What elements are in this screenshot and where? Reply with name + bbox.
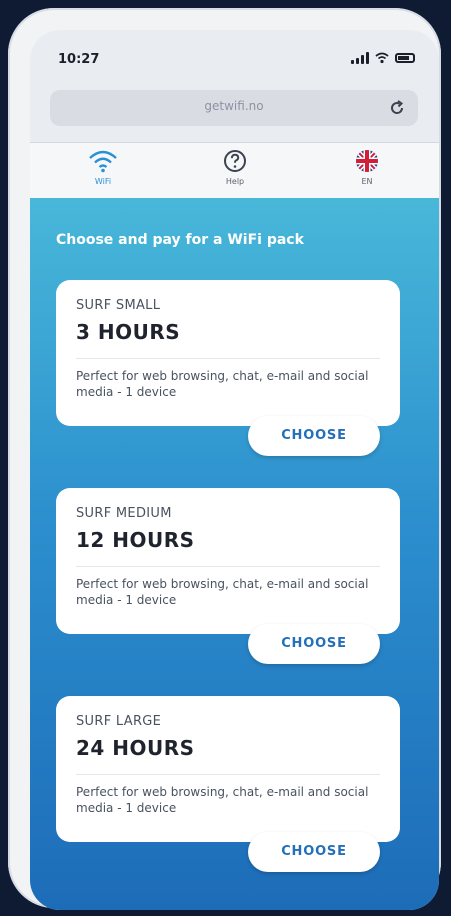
wifi-status-icon — [375, 52, 389, 64]
phone-screen: 10:27 getwifi.no WiFi Help EN Choose and… — [30, 30, 439, 910]
cellular-signal-icon — [351, 52, 369, 64]
choose-button-large[interactable]: CHOOSE — [248, 832, 380, 872]
divider — [76, 358, 380, 359]
top-nav: WiFi Help EN — [30, 142, 439, 199]
nav-label-language: EN — [361, 177, 373, 186]
nav-label-wifi: WiFi — [94, 177, 112, 186]
pack-name: SURF SMALL — [76, 298, 161, 313]
choose-button-medium[interactable]: CHOOSE — [248, 624, 380, 664]
nav-item-language[interactable]: EN — [327, 149, 407, 186]
wifi-icon — [89, 150, 117, 173]
pack-description: Perfect for web browsing, chat, e-mail a… — [76, 785, 369, 815]
nav-item-help[interactable]: Help — [195, 149, 275, 186]
pack-duration: 3 HOURS — [76, 320, 181, 344]
url-text: getwifi.no — [204, 99, 264, 113]
url-bar[interactable]: getwifi.no — [50, 90, 418, 126]
reload-icon[interactable] — [388, 99, 406, 117]
pack-duration: 24 HOURS — [76, 736, 195, 760]
choose-button-small[interactable]: CHOOSE — [248, 416, 380, 456]
battery-icon — [395, 53, 415, 63]
pack-description: Perfect for web browsing, chat, e-mail a… — [76, 369, 369, 399]
pack-name: SURF MEDIUM — [76, 506, 172, 521]
uk-flag-icon — [356, 150, 378, 172]
divider — [76, 774, 380, 775]
status-time: 10:27 — [58, 52, 100, 67]
nav-item-wifi[interactable]: WiFi — [63, 149, 143, 186]
status-icons — [351, 52, 415, 64]
pack-name: SURF LARGE — [76, 714, 162, 729]
nav-label-help: Help — [225, 177, 245, 186]
page-headline: Choose and pay for a WiFi pack — [56, 232, 304, 248]
pack-card-small: SURF SMALL 3 HOURS Perfect for web brows… — [56, 280, 400, 426]
pack-duration: 12 HOURS — [76, 528, 195, 552]
pack-description: Perfect for web browsing, chat, e-mail a… — [76, 577, 369, 607]
pack-card-medium: SURF MEDIUM 12 HOURS Perfect for web bro… — [56, 488, 400, 634]
main-content: Choose and pay for a WiFi pack SURF SMAL… — [30, 198, 439, 910]
divider — [76, 566, 380, 567]
help-icon — [224, 150, 246, 172]
pack-card-large: SURF LARGE 24 HOURS Perfect for web brow… — [56, 696, 400, 842]
phone-frame: 10:27 getwifi.no WiFi Help EN Choose and… — [8, 8, 441, 910]
status-bar: 10:27 — [30, 30, 439, 86]
